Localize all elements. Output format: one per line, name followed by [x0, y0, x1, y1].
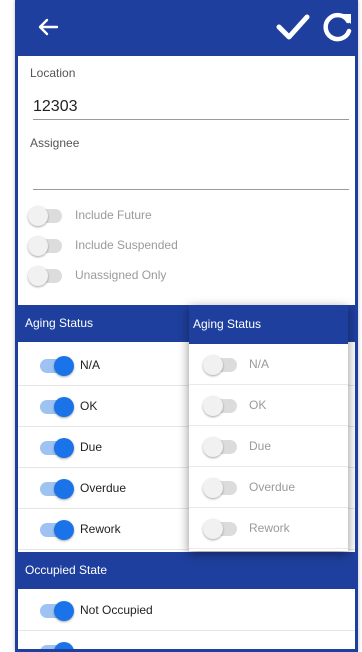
unassigned-only-option[interactable]: Unassigned Only — [28, 265, 230, 287]
occupied-partial-toggle[interactable] — [40, 642, 74, 649]
occupied-state-header: Occupied State — [18, 552, 355, 589]
location-underline — [33, 119, 349, 120]
arrow-left-icon[interactable] — [35, 14, 61, 40]
popup-ok-toggle[interactable] — [203, 396, 237, 416]
popup-na-label: N/A — [249, 357, 270, 371]
not-occupied-label: Not Occupied — [80, 603, 153, 617]
aging-overdue-label: Overdue — [80, 481, 127, 495]
unassigned-only-toggle[interactable] — [28, 266, 62, 286]
occupied-row-partial[interactable] — [18, 631, 355, 649]
aging-status-popup: Aging Status N/A OK Due Overdue Rework — [189, 305, 348, 551]
popup-overdue-label: Overdue — [249, 480, 296, 494]
unassigned-only-label: Unassigned Only — [75, 268, 167, 282]
popup-due-toggle[interactable] — [203, 437, 237, 457]
popup-row-due[interactable]: Due — [189, 426, 348, 467]
aging-na-label: N/A — [80, 358, 101, 372]
aging-due-label: Due — [80, 440, 103, 454]
popup-row-rework[interactable]: Rework — [189, 508, 348, 549]
popup-overdue-toggle[interactable] — [203, 478, 237, 498]
include-suspended-option[interactable]: Include Suspended — [28, 235, 230, 257]
include-suspended-label: Include Suspended — [75, 238, 178, 252]
app-bar — [18, 0, 355, 56]
app-window: Location 12303 Assignee Include Future I… — [15, 0, 358, 652]
popup-title: Aging Status — [189, 305, 348, 344]
not-occupied-toggle[interactable] — [40, 601, 74, 621]
assignee-underline — [33, 189, 349, 190]
aging-due-toggle[interactable] — [40, 438, 74, 458]
aging-na-toggle[interactable] — [40, 356, 74, 376]
check-icon[interactable] — [276, 12, 310, 42]
popup-rework-toggle[interactable] — [203, 519, 237, 539]
aging-rework-label: Rework — [80, 522, 121, 536]
popup-row-na[interactable]: N/A — [189, 344, 348, 385]
aging-overdue-toggle[interactable] — [40, 479, 74, 499]
location-value[interactable]: 12303 — [33, 98, 78, 116]
popup-due-label: Due — [249, 439, 272, 453]
include-suspended-toggle[interactable] — [28, 236, 62, 256]
popup-row-ok[interactable]: OK — [189, 385, 348, 426]
aging-ok-label: OK — [80, 399, 98, 413]
assignee-label: Assignee — [30, 136, 80, 150]
aging-ok-toggle[interactable] — [40, 397, 74, 417]
popup-rework-label: Rework — [249, 521, 290, 535]
include-future-option[interactable]: Include Future — [28, 205, 230, 227]
occupied-row-not-occupied[interactable]: Not Occupied — [18, 590, 355, 631]
popup-ok-label: OK — [249, 398, 267, 412]
refresh-icon[interactable] — [321, 10, 355, 44]
location-label: Location — [30, 66, 76, 80]
include-future-toggle[interactable] — [28, 206, 62, 226]
popup-row-overdue[interactable]: Overdue — [189, 467, 348, 508]
popup-na-toggle[interactable] — [203, 355, 237, 375]
include-future-label: Include Future — [75, 208, 152, 222]
aging-rework-toggle[interactable] — [40, 520, 74, 540]
